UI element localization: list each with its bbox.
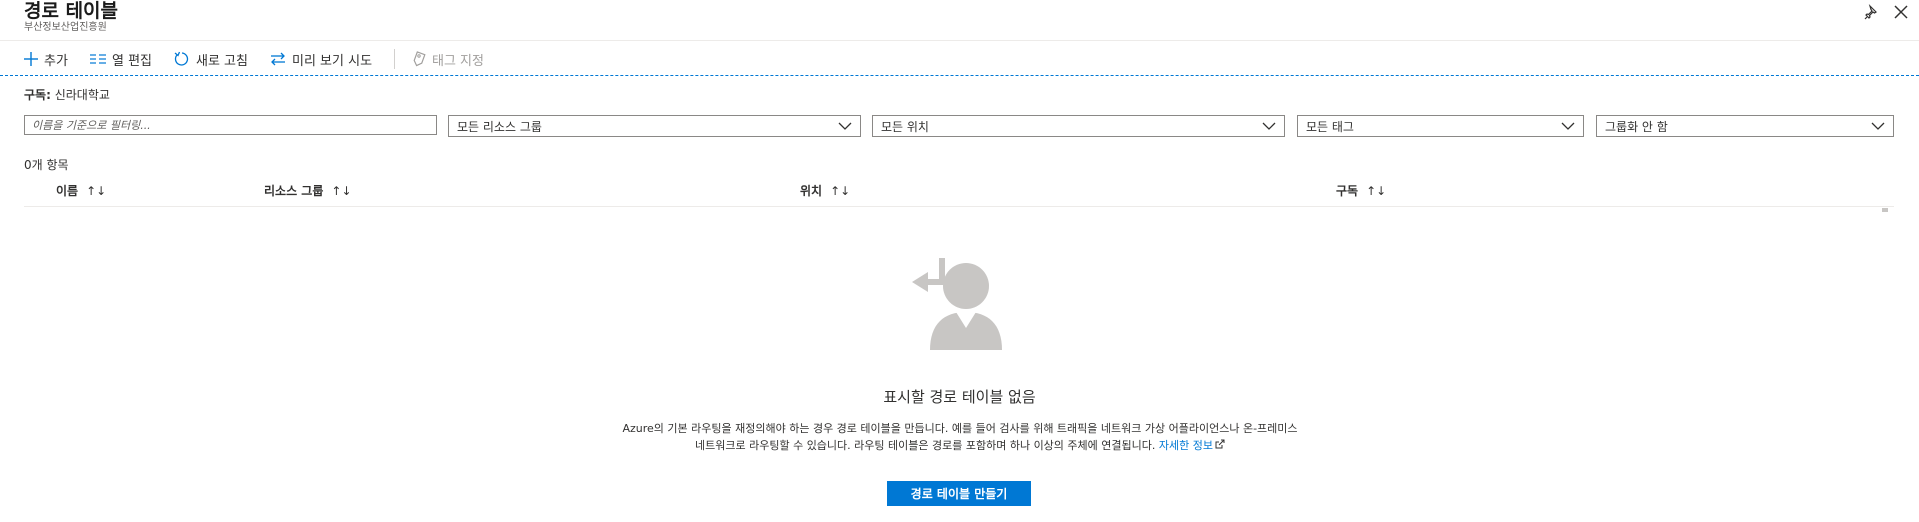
location-dropdown[interactable]: 모든 위치 — [872, 115, 1285, 137]
refresh-button[interactable]: 새로 고침 — [174, 49, 248, 69]
columns-icon — [90, 54, 106, 64]
chevron-down-icon — [1262, 122, 1276, 130]
resource-group-dropdown[interactable]: 모든 리소스 그룹 — [448, 115, 861, 137]
create-route-table-button[interactable]: 경로 테이블 만들기 — [887, 481, 1031, 506]
empty-state-description: Azure의 기본 라우팅을 재정의해야 하는 경우 경로 테이블을 만듭니다.… — [620, 420, 1300, 454]
learn-more-link[interactable]: 자세한 정보 — [1159, 439, 1225, 452]
toolbar-divider — [0, 75, 1919, 76]
switch-arrows-icon — [271, 52, 285, 66]
sort-icon[interactable]: ↑↓ — [1366, 184, 1386, 198]
page-subtitle: 부산정보산업진흥원 — [24, 22, 107, 33]
add-button[interactable]: 추가 — [24, 49, 68, 69]
tag-icon — [413, 51, 426, 67]
table-header-divider — [24, 206, 1894, 207]
refresh-icon — [174, 51, 189, 66]
chevron-down-icon — [1561, 122, 1575, 130]
column-subscription-label: 구독 — [1336, 184, 1359, 198]
column-resource-group-label: 리소스 그룹 — [264, 184, 324, 198]
edit-columns-button[interactable]: 열 편집 — [90, 49, 152, 69]
chevron-down-icon — [1871, 122, 1885, 130]
chevron-down-icon — [838, 122, 852, 130]
add-label: 추가 — [44, 53, 68, 69]
edit-columns-label: 열 편집 — [112, 53, 153, 69]
refresh-label: 새로 고침 — [196, 53, 248, 69]
empty-state-illustration-icon — [908, 256, 1008, 352]
learn-more-label: 자세한 정보 — [1158, 439, 1213, 452]
subscription-info: 구독: 신라대학교 — [24, 86, 110, 103]
resource-group-value: 모든 리소스 그룹 — [457, 119, 542, 134]
column-name-label: 이름 — [56, 184, 79, 198]
column-location-label: 위치 — [800, 184, 823, 198]
tags-value: 모든 태그 — [1306, 119, 1354, 134]
item-count: 0개 항목 — [24, 158, 69, 172]
column-header-location[interactable]: 위치 ↑↓ — [800, 182, 850, 199]
subscription-value: 신라대학교 — [54, 88, 110, 102]
page-title: 경로 테이블 — [24, 0, 119, 22]
toolbar-separator — [394, 49, 395, 69]
close-icon[interactable] — [1891, 2, 1911, 22]
assign-tags-button[interactable]: 태그 지정 — [412, 49, 484, 69]
pin-icon[interactable] — [1862, 2, 1882, 22]
header-divider — [0, 40, 1919, 41]
plus-icon — [24, 52, 38, 66]
preview-button[interactable]: 미리 보기 시도 — [270, 49, 372, 69]
grouping-dropdown[interactable]: 그룹화 안 함 — [1596, 115, 1894, 137]
empty-state-title: 표시할 경로 테이블 없음 — [883, 388, 1036, 406]
external-link-icon — [1215, 439, 1225, 449]
sort-icon[interactable]: ↑↓ — [830, 184, 850, 198]
name-filter-input[interactable] — [24, 115, 437, 135]
subscription-label: 구독: — [24, 88, 51, 102]
sort-icon[interactable]: ↑↓ — [331, 184, 351, 198]
sort-icon[interactable]: ↑↓ — [86, 184, 106, 198]
tags-dropdown[interactable]: 모든 태그 — [1297, 115, 1584, 137]
location-value: 모든 위치 — [881, 119, 929, 134]
grouping-value: 그룹화 안 함 — [1605, 119, 1668, 134]
column-header-subscription[interactable]: 구독 ↑↓ — [1336, 182, 1386, 199]
column-header-resource-group[interactable]: 리소스 그룹 ↑↓ — [264, 182, 352, 199]
assign-tags-label: 태그 지정 — [432, 53, 484, 69]
scrollbar[interactable] — [1882, 208, 1888, 212]
preview-label: 미리 보기 시도 — [292, 53, 373, 69]
column-header-name[interactable]: 이름 ↑↓ — [56, 182, 106, 199]
